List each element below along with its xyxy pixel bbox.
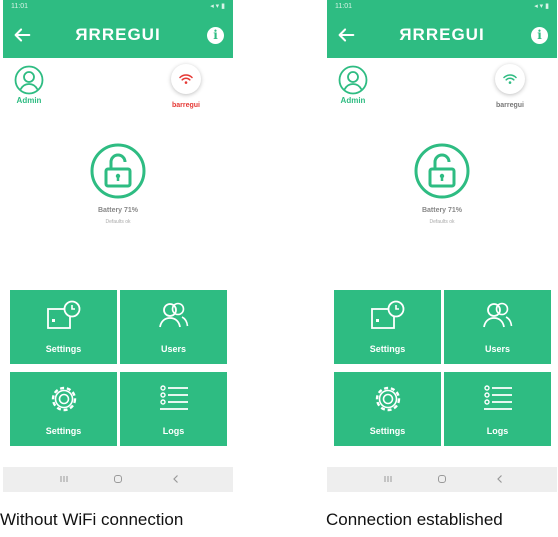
battery-label: Battery 71%	[421, 207, 463, 214]
tile-label: Settings	[45, 344, 82, 354]
caption-no-wifi: Without WiFi connection	[0, 510, 184, 529]
gear-icon	[51, 386, 76, 412]
user-profile[interactable]: Admin	[335, 65, 371, 105]
user-profile[interactable]: Admin	[11, 65, 47, 105]
status-icons: ◂ ▾ ▮	[534, 3, 549, 10]
settings-schedule-tile[interactable]: Settings	[10, 290, 117, 364]
status-subtext: Defaults ok	[429, 219, 455, 225]
phone-screen-no-wifi: 11:01 ◂ ▾ ▮ ЯRREGUI i Admin barregui Bat…	[3, 0, 233, 492]
user-role-label: Admin	[16, 96, 42, 105]
logs-tile[interactable]: Logs	[444, 372, 551, 446]
home-icon[interactable]	[435, 472, 449, 486]
user-role-label: Admin	[340, 96, 366, 105]
settings-tile[interactable]: Settings	[10, 372, 117, 446]
brand-logo: ЯRREGUI	[399, 25, 485, 44]
home-icon[interactable]	[111, 472, 125, 486]
back-icon[interactable]	[493, 472, 507, 486]
tile-label: Settings	[369, 426, 406, 436]
wifi-status[interactable]: barregui	[166, 64, 206, 109]
clock-schedule-icon	[370, 300, 404, 329]
status-bar: 11:01 ◂ ▾ ▮	[3, 0, 233, 14]
tile-label: Logs	[486, 426, 509, 436]
settings-schedule-tile[interactable]: Settings	[334, 290, 441, 364]
android-nav-bar	[3, 467, 233, 492]
list-icon	[159, 385, 188, 410]
gear-icon	[375, 386, 400, 412]
battery-label: Battery 71%	[97, 207, 139, 214]
recents-icon[interactable]	[381, 472, 395, 486]
app-bar: ЯRREGUI i	[327, 14, 557, 58]
android-nav-bar	[327, 467, 557, 492]
tile-label: Settings	[45, 426, 82, 436]
users-icon	[482, 302, 512, 328]
tile-label: Users	[160, 344, 187, 354]
tile-label: Logs	[162, 426, 185, 436]
wifi-icon	[503, 74, 517, 84]
list-icon	[483, 385, 512, 410]
users-tile[interactable]: Users	[120, 290, 227, 364]
recents-icon[interactable]	[57, 472, 71, 486]
info-icon[interactable]: i	[531, 27, 548, 44]
status-icons: ◂ ▾ ▮	[210, 3, 225, 10]
status-time: 11:01	[11, 3, 28, 10]
clock-schedule-icon	[46, 300, 80, 329]
tile-label: Settings	[369, 344, 406, 354]
settings-tile[interactable]: Settings	[334, 372, 441, 446]
caption-connected: Connection established	[326, 510, 503, 529]
device-name-label: barregui	[171, 102, 200, 109]
device-name-label: barregui	[495, 102, 524, 109]
padlock-open-icon[interactable]	[90, 143, 146, 199]
info-icon[interactable]: i	[207, 27, 224, 44]
wifi-icon	[179, 74, 193, 84]
status-time: 11:01	[335, 3, 352, 10]
brand-logo: ЯRREGUI	[75, 25, 161, 44]
padlock-open-icon[interactable]	[414, 143, 470, 199]
users-tile[interactable]: Users	[444, 290, 551, 364]
tile-label: Users	[484, 344, 511, 354]
status-subtext: Defaults ok	[105, 219, 131, 225]
wifi-status[interactable]: barregui	[490, 64, 530, 109]
phone-screen-connected: 11:01 ◂ ▾ ▮ ЯRREGUI i Admin barregui Bat…	[327, 0, 557, 492]
logs-tile[interactable]: Logs	[120, 372, 227, 446]
back-icon[interactable]	[169, 472, 183, 486]
user-avatar-icon	[14, 65, 44, 95]
users-icon	[158, 302, 188, 328]
user-avatar-icon	[338, 65, 368, 95]
status-bar: 11:01 ◂ ▾ ▮	[327, 0, 557, 14]
app-bar: ЯRREGUI i	[3, 14, 233, 58]
